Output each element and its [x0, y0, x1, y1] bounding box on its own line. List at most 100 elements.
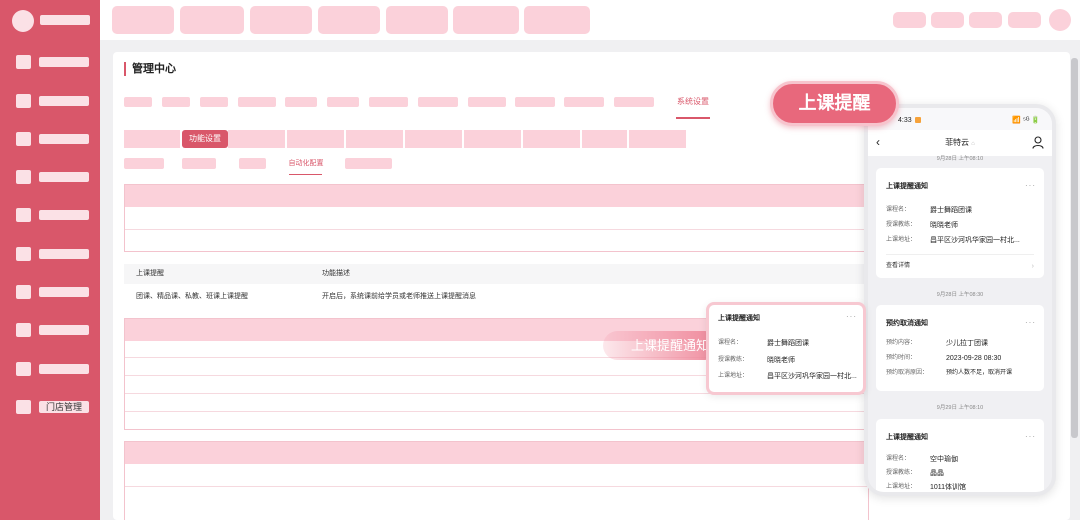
nav-tab[interactable]: [614, 97, 654, 107]
sidebar-item[interactable]: [16, 362, 92, 376]
phone-nav-bar: ‹ 菲特云 ⌂: [868, 130, 1052, 156]
menu-icon: [16, 132, 31, 146]
nav-tab[interactable]: [369, 97, 408, 107]
nav-tab[interactable]: [124, 97, 152, 107]
sub-tab-2[interactable]: [124, 158, 164, 169]
sub-tab[interactable]: [287, 130, 344, 148]
more-icon[interactable]: ···: [1025, 433, 1036, 441]
field-label: 上课地址：: [886, 484, 917, 490]
sidebar-item[interactable]: [16, 247, 92, 261]
sidebar-item-label: [39, 325, 89, 335]
nav-tab[interactable]: [564, 97, 604, 107]
store-icon: [16, 400, 31, 414]
sub-tab[interactable]: [464, 130, 521, 148]
top-tab[interactable]: [180, 6, 244, 34]
scrollbar[interactable]: [1071, 58, 1078, 438]
notification-icon: [915, 117, 921, 123]
top-bar: [100, 0, 1080, 40]
field-value: 空中瑜伽: [930, 456, 958, 463]
sidebar-item-label: [39, 287, 89, 297]
nav-tab[interactable]: [200, 97, 228, 107]
table-cell: 开启后，系统课前给学员或老师推送上课提醒消息: [322, 293, 476, 300]
floating-notification-card: 上课提醒通知 ··· 课程名： 爵士舞蹈团课 授课教练： 晓晓老师 上课地址： …: [706, 302, 866, 395]
active-tab-indicator: [676, 117, 710, 119]
menu-icon: [16, 323, 31, 337]
sidebar-item[interactable]: [16, 285, 92, 299]
nav-tab[interactable]: [468, 97, 506, 107]
field-label: 预约内容：: [886, 340, 917, 346]
sub-tab[interactable]: [405, 130, 462, 148]
divider: [886, 254, 1034, 255]
sidebar-item[interactable]: [16, 132, 92, 146]
chevron-right-icon: ›: [1031, 263, 1034, 270]
column-header: 上课提醒: [136, 270, 164, 277]
nav-tab[interactable]: [238, 97, 276, 107]
header-action[interactable]: [931, 12, 964, 28]
sidebar-item[interactable]: [16, 94, 92, 108]
sub-tab[interactable]: [346, 130, 403, 148]
notification-card[interactable]: 上课提醒通知 ··· 课程名： 爵士舞蹈团课 授课教练： 晓晓老师 上课地址： …: [876, 168, 1044, 278]
card-title: 上课提醒通知: [886, 183, 928, 190]
nav-tab[interactable]: [515, 97, 555, 107]
tab-system-settings[interactable]: 系统设置: [672, 97, 714, 107]
app-name-placeholder: [40, 15, 90, 25]
card-title: 上课提醒通知: [886, 434, 928, 441]
nav-tab[interactable]: [285, 97, 317, 107]
header-action[interactable]: [893, 12, 926, 28]
menu-icon: [16, 208, 31, 222]
nav-tab[interactable]: [327, 97, 359, 107]
table-cell: 团课、精品课、私教、班课上课提醒: [136, 293, 248, 300]
field-value: 爵士舞蹈团课: [930, 207, 972, 214]
notification-card[interactable]: 上课提醒通知 ··· 课程名： 空中瑜伽 授课教练： 晶晶 上课地址： 1011…: [876, 419, 1044, 492]
sidebar-item-label: [39, 364, 89, 374]
field-label: 课程名：: [886, 456, 911, 462]
notification-card[interactable]: 预约取消通知 ··· 预约内容： 少儿拉丁团课 预约时间： 2023-09-28…: [876, 305, 1044, 391]
sub-tab[interactable]: [124, 130, 180, 148]
tab-feature-settings[interactable]: 功能设置: [182, 130, 228, 148]
more-icon[interactable]: ···: [1025, 182, 1036, 190]
sidebar-item-label: [39, 249, 89, 259]
divider: [125, 411, 868, 412]
top-tab[interactable]: [250, 6, 312, 34]
nav-tab[interactable]: [418, 97, 458, 107]
logo-icon: [12, 10, 34, 32]
field-label: 上课地址：: [718, 373, 749, 379]
sidebar-item-store[interactable]: 门店管理: [16, 400, 92, 414]
tab-automation-config[interactable]: 自动化配置: [286, 158, 326, 169]
home-icon: ⌂: [971, 141, 975, 147]
top-tab[interactable]: [112, 6, 174, 34]
sub-tab[interactable]: [629, 130, 686, 148]
field-label: 授课教练：: [886, 470, 917, 476]
header-action[interactable]: [969, 12, 1002, 28]
sidebar-item[interactable]: [16, 323, 92, 337]
sub-tab[interactable]: [523, 130, 580, 148]
class-reminder-badge: 上课提醒: [770, 81, 899, 126]
divider: [125, 229, 868, 230]
sidebar-item[interactable]: [16, 55, 92, 69]
sub-tab-2[interactable]: [182, 158, 216, 169]
more-icon: ···: [846, 312, 857, 321]
header-action[interactable]: [1008, 12, 1041, 28]
menu-icon: [16, 362, 31, 376]
top-tab[interactable]: [524, 6, 590, 34]
sub-tab[interactable]: [228, 130, 285, 148]
user-icon[interactable]: [1032, 136, 1044, 149]
sub-tab[interactable]: [582, 130, 627, 148]
field-value: 晓晓老师: [930, 222, 958, 229]
top-tab[interactable]: [318, 6, 380, 34]
top-tab[interactable]: [453, 6, 519, 34]
page-title: 管理中心: [124, 62, 176, 76]
sidebar: 门店管理: [0, 0, 100, 520]
sub-tab-2[interactable]: [345, 158, 392, 169]
sidebar-item[interactable]: [16, 208, 92, 222]
message-time: 9月28日 上午08:10: [936, 156, 984, 162]
nav-tab[interactable]: [162, 97, 190, 107]
sub-tab-2[interactable]: [239, 158, 266, 169]
sidebar-item[interactable]: [16, 170, 92, 184]
avatar[interactable]: [1049, 9, 1071, 31]
view-details-link[interactable]: 查看详情: [886, 262, 910, 271]
field-label: 授课教练：: [886, 222, 917, 228]
top-tab[interactable]: [386, 6, 448, 34]
more-icon[interactable]: ···: [1025, 319, 1036, 327]
field-value: 爵士舞蹈团课: [767, 340, 809, 347]
